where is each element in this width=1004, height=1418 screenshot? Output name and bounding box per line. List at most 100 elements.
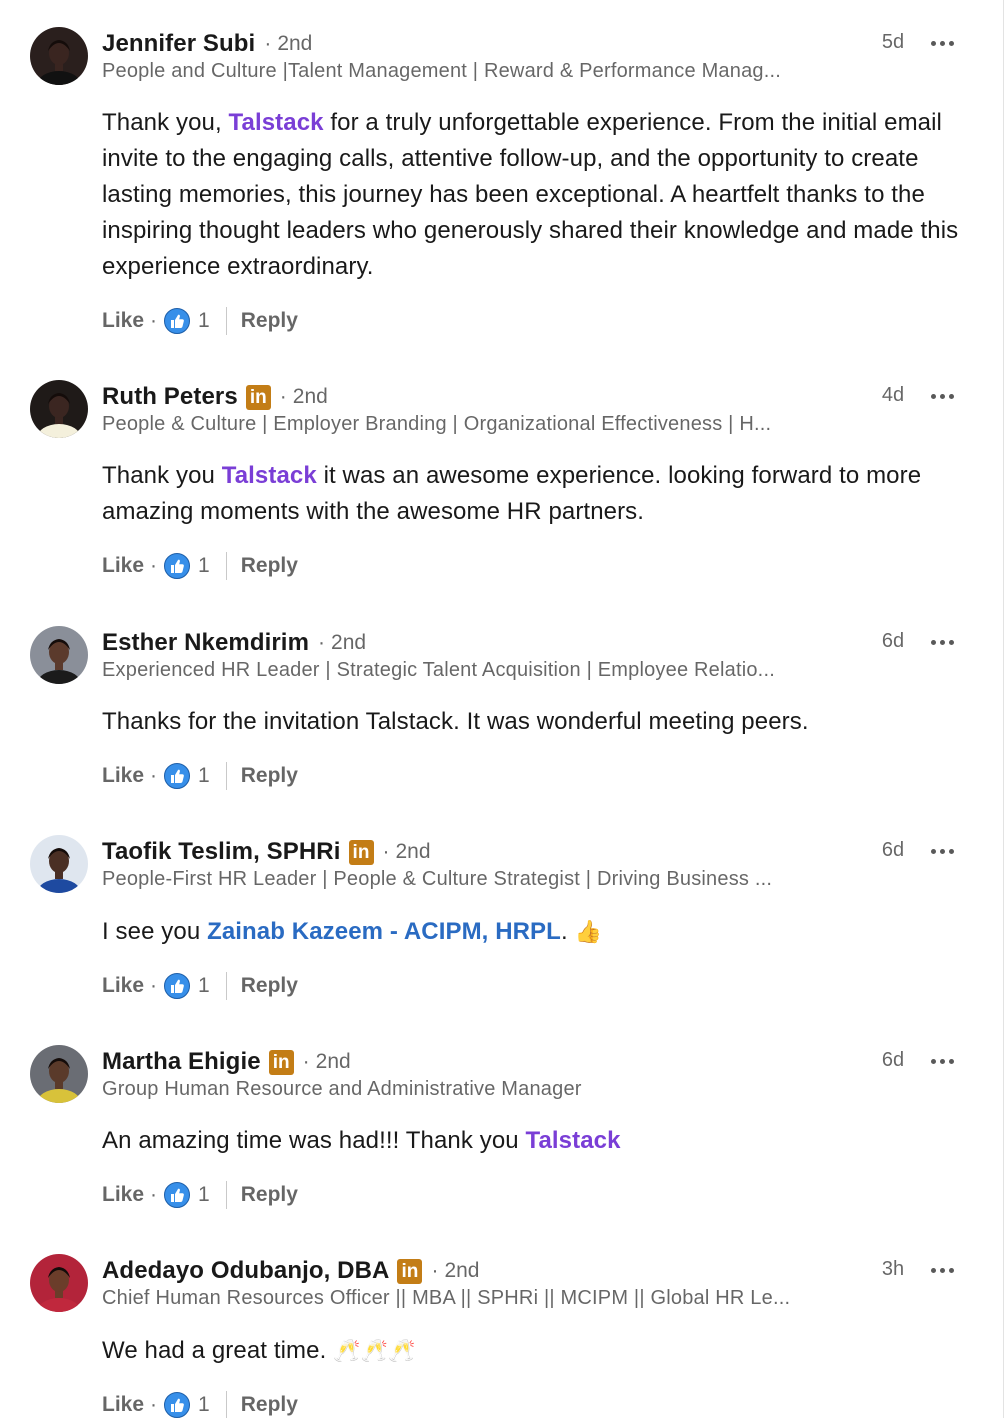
author-name[interactable]: Martha Ehigie	[102, 1048, 261, 1076]
author-headline: People-First HR Leader | People & Cultur…	[102, 868, 773, 890]
comment-text: Thank you, Talstack for a truly unforget…	[102, 105, 972, 285]
like-button[interactable]: Like	[102, 554, 144, 578]
company-mention-link[interactable]: Talstack	[222, 462, 317, 489]
separator-dot: ·	[264, 32, 272, 55]
author-avatar[interactable]	[30, 835, 88, 893]
author-name[interactable]: Adedayo Odubanjo, DBA	[102, 1257, 389, 1285]
separator-dot: ·	[150, 1393, 158, 1416]
author-line: Jennifer Subi · 2nd	[102, 29, 312, 59]
reaction-count[interactable]: 1	[198, 1183, 210, 1207]
author-headline: People and Culture |Talent Management | …	[102, 60, 781, 82]
like-button[interactable]: Like	[102, 1183, 144, 1207]
connection-degree: · 2nd	[318, 631, 366, 655]
action-divider	[225, 552, 227, 580]
connection-degree: · 2nd	[280, 385, 328, 409]
comment: Adedayo Odubanjo, DBA in · 2nd Chief Human R…	[0, 1254, 1000, 1418]
reply-button[interactable]: Reply	[241, 974, 298, 998]
degree-label: 2nd	[292, 385, 328, 408]
company-mention-link[interactable]: Talstack	[229, 109, 324, 136]
reaction-count[interactable]: 1	[198, 309, 210, 333]
comment-text-segment: An amazing time was had!!! Thank you	[102, 1127, 526, 1154]
reply-button[interactable]: Reply	[241, 764, 298, 788]
comment-actions: Like · 1 Reply	[102, 971, 298, 1001]
author-name[interactable]: Jennifer Subi	[102, 30, 255, 58]
reply-button[interactable]: Reply	[241, 554, 298, 578]
author-avatar[interactable]	[30, 626, 88, 684]
author-name[interactable]: Esther Nkemdirim	[102, 629, 309, 657]
reply-button[interactable]: Reply	[241, 1393, 298, 1417]
person-mention-link[interactable]: Zainab Kazeem - ACIPM, HRPL	[207, 918, 561, 945]
ellipsis-icon[interactable]	[924, 1259, 960, 1281]
author-avatar[interactable]	[30, 1254, 88, 1312]
author-line: Esther Nkemdirim · 2nd	[102, 628, 366, 658]
linkedin-premium-badge-icon: in	[245, 384, 271, 410]
linkedin-premium-badge-icon: in	[397, 1258, 423, 1284]
comment-timestamp: 4d	[881, 384, 905, 406]
thumbs-up-reaction-icon[interactable]	[164, 763, 191, 789]
action-divider	[225, 307, 227, 335]
comment: Jennifer Subi · 2nd People and Culture |Tal…	[0, 27, 1000, 346]
author-name[interactable]: Ruth Peters	[102, 383, 238, 411]
thumbs-up-reaction-icon[interactable]	[164, 1392, 191, 1418]
comment-timestamp: 6d	[881, 839, 905, 861]
thumbs-up-reaction-icon[interactable]	[164, 553, 191, 579]
author-avatar[interactable]	[30, 27, 88, 85]
thumbs-up-reaction-icon[interactable]	[164, 1182, 191, 1208]
like-button[interactable]: Like	[102, 1393, 144, 1417]
comments-feed: Jennifer Subi · 2nd People and Culture |Tal…	[0, 0, 1004, 1418]
author-avatar[interactable]	[30, 380, 88, 438]
comment-actions: Like · 1 Reply	[102, 1390, 298, 1418]
degree-label: 2nd	[395, 840, 431, 863]
reaction-count[interactable]: 1	[198, 974, 210, 998]
ellipsis-icon[interactable]	[924, 32, 960, 54]
like-button[interactable]: Like	[102, 764, 144, 788]
comment-timestamp: 3h	[881, 1258, 905, 1280]
author-line: Taofik Teslim, SPHRi in · 2nd	[102, 837, 431, 867]
ellipsis-icon[interactable]	[924, 385, 960, 407]
like-button[interactable]: Like	[102, 974, 144, 998]
ellipsis-icon[interactable]	[924, 631, 960, 653]
connection-degree: · 2nd	[303, 1050, 351, 1074]
action-divider	[225, 972, 227, 1000]
badge-text: in	[352, 841, 370, 863]
reaction-count[interactable]: 1	[198, 554, 210, 578]
comment-text-segment: We had a great time.	[102, 1337, 334, 1364]
comment: Ruth Peters in · 2nd People & Culture | Empl…	[0, 380, 1000, 591]
action-divider	[225, 1391, 227, 1418]
comment-text: Thanks for the invitation Talstack. It w…	[102, 704, 972, 740]
ellipsis-icon[interactable]	[924, 840, 960, 862]
connection-degree: · 2nd	[383, 840, 431, 864]
emoji: 🥂🥂🥂	[333, 1338, 416, 1363]
badge-text: in	[249, 386, 267, 408]
separator-dot: ·	[150, 309, 158, 332]
author-avatar[interactable]	[30, 1045, 88, 1103]
reply-button[interactable]: Reply	[241, 1183, 298, 1207]
company-mention-link[interactable]: Talstack	[525, 1127, 620, 1154]
comment: Esther Nkemdirim · 2nd Experienced HR Leade…	[0, 626, 1000, 801]
separator-dot: ·	[431, 1259, 439, 1282]
connection-degree: · 2nd	[431, 1259, 479, 1283]
thumbs-up-reaction-icon[interactable]	[164, 973, 191, 999]
action-divider	[225, 1181, 227, 1209]
reaction-count[interactable]: 1	[198, 1393, 210, 1417]
author-headline: Group Human Resource and Administrative …	[102, 1078, 582, 1100]
comment-text: I see you Zainab Kazeem - ACIPM, HRPL. 👍	[102, 914, 972, 950]
degree-label: 2nd	[444, 1259, 480, 1282]
comment-timestamp: 6d	[881, 1049, 905, 1071]
reply-button[interactable]: Reply	[241, 309, 298, 333]
ellipsis-icon[interactable]	[924, 1050, 960, 1072]
author-name[interactable]: Taofik Teslim, SPHRi	[102, 838, 341, 866]
comment-actions: Like · 1 Reply	[102, 761, 298, 791]
author-headline: Chief Human Resources Officer || MBA || …	[102, 1287, 791, 1309]
connection-degree: · 2nd	[264, 32, 312, 56]
reaction-count[interactable]: 1	[198, 764, 210, 788]
action-divider	[225, 762, 227, 790]
emoji: 👍	[574, 919, 602, 944]
linkedin-premium-badge-icon: in	[348, 839, 374, 865]
like-button[interactable]: Like	[102, 309, 144, 333]
badge-text: in	[401, 1260, 419, 1282]
thumbs-up-reaction-icon[interactable]	[164, 308, 191, 334]
separator-dot: ·	[150, 764, 158, 787]
comment-timestamp: 5d	[881, 31, 905, 53]
comment-text-segment: Thank you	[102, 462, 222, 489]
